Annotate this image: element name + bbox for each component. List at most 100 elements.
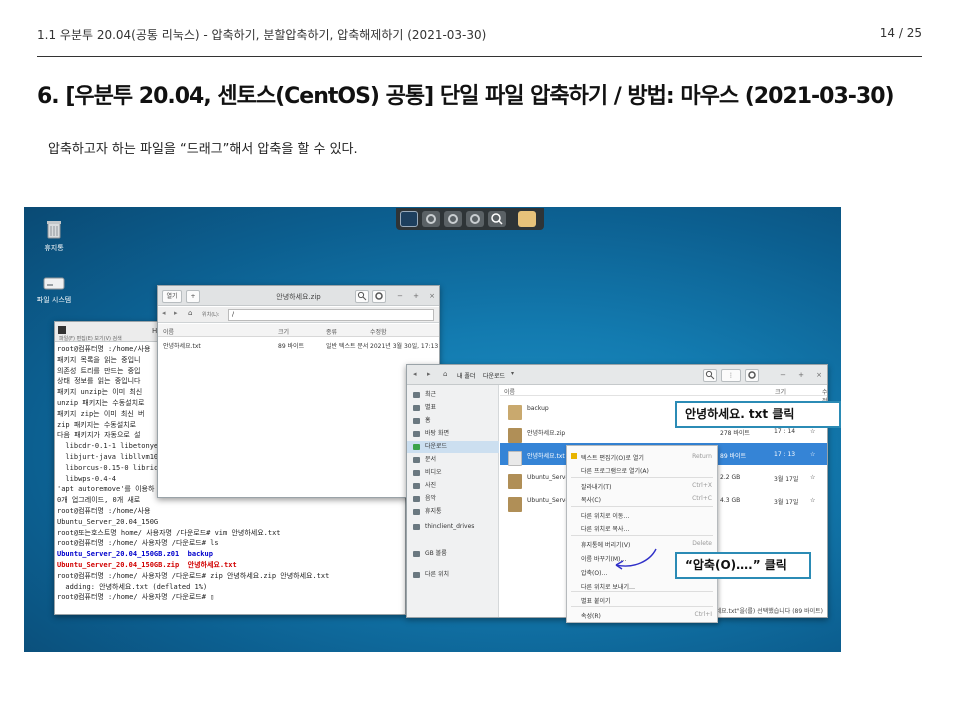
menu-item[interactable]: 다른 위치로 복사… (567, 522, 717, 534)
gear-icon (470, 214, 480, 224)
arrow-annotation (615, 548, 657, 570)
menu-item[interactable]: 잘라내기(T) Ctrl+X (567, 480, 717, 492)
menu-item[interactable]: 다른 위치로 이동… (567, 509, 717, 521)
column-name[interactable]: 이름 (163, 327, 174, 336)
minimize-button[interactable]: − (779, 371, 787, 379)
sidebar-item[interactable]: 바탕 화면 (407, 428, 499, 440)
home-icon[interactable]: ⌂ (443, 370, 447, 378)
table-row[interactable]: 안녕하세요.txt 89 바이트 일반 텍스트 문서 2021년 3월 30일,… (158, 338, 439, 351)
folder-icon (413, 496, 420, 502)
column-type[interactable]: 종류 (326, 327, 337, 336)
sidebar-item[interactable]: 비디오 (407, 467, 499, 479)
sidebar-item[interactable]: GB 볼륨 (407, 548, 499, 560)
sidebar-item[interactable]: 사진 (407, 480, 499, 492)
sidebar-item-label: 문서 (425, 456, 437, 463)
menu-item[interactable]: 복사(C) Ctrl+C (567, 493, 717, 505)
sidebar-item[interactable]: 홈 (407, 415, 499, 427)
terminal-icon (58, 326, 66, 334)
sidebar-item[interactable]: 음악 (407, 493, 499, 505)
path-segment-downloads[interactable]: 다운로드 (483, 371, 505, 380)
search-icon (705, 370, 715, 380)
file-manager-button[interactable] (518, 211, 536, 227)
menu-item[interactable]: 별표 붙이기 (567, 594, 717, 606)
star-icon[interactable]: ☆ (810, 474, 815, 481)
minimize-button[interactable]: − (396, 292, 404, 300)
file-type: 일반 텍스트 문서 (326, 343, 369, 350)
sidebar-item[interactable]: 문서 (407, 454, 499, 466)
archive-manager-window[interactable]: 열기 + 안녕하세요.zip − + × ◂ ▸ ⌂ 위치(L): / 이름 크… (157, 285, 440, 498)
menu-separator (571, 477, 713, 478)
settings-button-1[interactable] (422, 211, 440, 227)
maximize-button[interactable]: + (412, 292, 420, 300)
file-name: Ubuntu_Server (527, 497, 572, 504)
location-label: 위치(L): (202, 312, 220, 318)
star-icon[interactable]: ☆ (810, 428, 815, 435)
file-size: 2.2 GB (720, 474, 741, 481)
folder-icon (413, 392, 420, 398)
forward-icon[interactable]: ▸ (174, 309, 178, 317)
star-icon[interactable]: ☆ (810, 451, 815, 458)
column-size[interactable]: 크기 (775, 387, 786, 396)
terminal-line: root@컴퓨터명 :/home/사용 (57, 506, 151, 515)
archive-titlebar[interactable]: 열기 + 안녕하세요.zip − + × (158, 286, 439, 306)
sidebar-item-label: thinclient_drives (425, 523, 475, 530)
menu-button[interactable] (372, 290, 386, 303)
view-options-button[interactable]: ⋮ (721, 369, 741, 382)
folder-icon (413, 444, 420, 450)
settings-button-2[interactable] (444, 211, 462, 227)
back-icon[interactable]: ◂ (413, 370, 417, 378)
sidebar-item[interactable]: 별표 (407, 402, 499, 414)
menu-button[interactable] (745, 369, 759, 382)
file-icon (508, 474, 522, 489)
close-button[interactable]: × (428, 292, 436, 300)
sidebar-item[interactable]: 휴지통 (407, 506, 499, 518)
chevron-down-icon[interactable]: ▾ (511, 370, 514, 377)
back-icon[interactable]: ◂ (162, 309, 166, 317)
search-button[interactable] (488, 211, 506, 227)
menu-item-label: 다른 위치로 보내기… (581, 584, 635, 591)
close-button[interactable]: × (815, 371, 823, 379)
menu-item[interactable]: 텍스트 편집기(O)로 열기 Return (567, 451, 717, 463)
forward-icon[interactable]: ▸ (427, 370, 431, 378)
show-desktop-button[interactable] (400, 211, 418, 227)
menu-separator (571, 606, 713, 607)
sidebar-item[interactable]: 최근 (407, 389, 499, 401)
path-segment-home[interactable]: 내 폴더 (457, 371, 475, 380)
sidebar-item[interactable]: thinclient_drives (407, 521, 499, 533)
menu-item[interactable]: 다른 프로그램으로 열기(A) (567, 464, 717, 476)
menu-item-label: 잘라내기(T) (581, 484, 612, 491)
sidebar-item[interactable]: 다른 위치 (407, 569, 499, 581)
menu-item[interactable]: 속성(R) Ctrl+I (567, 609, 717, 621)
column-modified[interactable]: 수정함 (370, 327, 387, 336)
column-size[interactable]: 크기 (278, 327, 289, 336)
page-description: 압축하고자 하는 파일을 “드래그”해서 압축을 할 수 있다. (48, 142, 358, 157)
sidebar-item-label: 최근 (425, 391, 437, 398)
column-name[interactable]: 이름 (504, 387, 515, 396)
callout-click-file: 안녕하세요. txt 클릭 (675, 401, 841, 428)
star-icon[interactable]: ☆ (810, 497, 815, 504)
sidebar-item[interactable]: 다운로드 (407, 441, 499, 453)
sidebar-item-label: 바탕 화면 (425, 430, 449, 437)
sidebar-item-label: 휴지통 (425, 508, 442, 515)
settings-button-3[interactable] (466, 211, 484, 227)
desktop-icon-label: 파일 시스템 (36, 296, 72, 304)
folder-icon (508, 405, 522, 420)
folder-icon (413, 551, 420, 557)
gear-icon (448, 214, 458, 224)
menu-item[interactable]: 다른 위치로 보내기… (567, 580, 717, 592)
desktop-screenshot: 휴지통 파일 시스템 파일(F) 편집(E) 보기(V) 검색 H root@컴… (24, 207, 841, 652)
file-name: 안녕하세요.zip (527, 430, 566, 437)
file-name: Ubuntu_Server (527, 474, 572, 481)
terminal-line: root@컴퓨터명 :/home/ 사용자명 /다운로드# zip 안녕하세요.… (57, 571, 330, 580)
home-icon[interactable]: ⌂ (188, 309, 192, 317)
menu-item-shortcut: Return (692, 453, 712, 460)
page-number: 14 / 25 (879, 26, 922, 40)
desktop-icon-filesystem[interactable]: 파일 시스템 (24, 275, 84, 305)
maximize-button[interactable]: + (797, 371, 805, 379)
menu-item-label: 텍스트 편집기(O)로 열기 (581, 455, 644, 462)
search-button[interactable] (355, 290, 369, 303)
terminal-menu[interactable]: 파일(F) 편집(E) 보기(V) 검색 (59, 335, 122, 342)
desktop-icon-trash[interactable]: 휴지통 (24, 219, 84, 253)
location-field[interactable]: / (228, 309, 434, 321)
search-button[interactable] (703, 369, 717, 382)
